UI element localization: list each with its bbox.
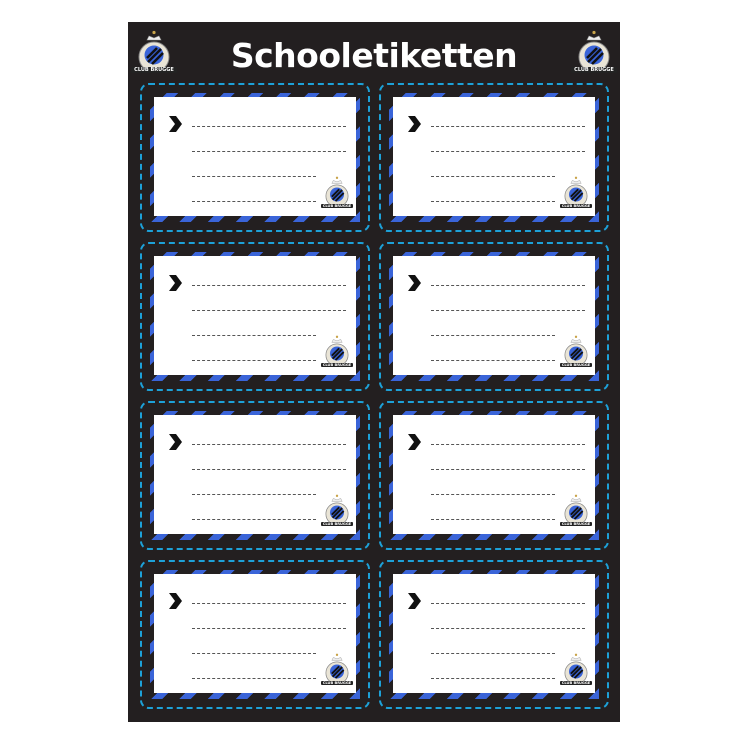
write-line <box>431 176 555 177</box>
write-line <box>431 678 555 679</box>
striped-frame: CLUB BRUGGE <box>150 93 360 222</box>
write-line <box>431 628 585 629</box>
crest-lettering: CLUB BRUGGE <box>131 67 177 73</box>
label-writing-area: CLUB BRUGGE <box>393 97 595 216</box>
chevron-right-icon <box>408 434 421 450</box>
write-line <box>431 201 555 202</box>
club-crest-icon: CLUB BRUGGE <box>560 176 592 210</box>
write-line <box>431 310 585 311</box>
write-line <box>192 494 316 495</box>
write-line <box>431 653 555 654</box>
chevron-right-icon <box>408 593 421 609</box>
label-writing-area: CLUB BRUGGE <box>154 415 356 534</box>
label-sheet: Schooletiketten CLUB BRUGGE CLUB BRUGGE … <box>128 22 620 722</box>
crest-lettering: CLUB BRUGGE <box>571 67 617 73</box>
striped-frame: CLUB BRUGGE <box>389 411 599 540</box>
club-crest-icon: CLUB BRUGGE <box>321 494 353 528</box>
write-line <box>431 335 555 336</box>
chevron-right-icon <box>169 275 182 291</box>
write-line <box>192 176 316 177</box>
label-writing-area: CLUB BRUGGE <box>393 415 595 534</box>
striped-frame: CLUB BRUGGE <box>150 570 360 699</box>
write-line <box>192 151 346 152</box>
striped-frame: CLUB BRUGGE <box>150 411 360 540</box>
label-writing-area: CLUB BRUGGE <box>154 256 356 375</box>
crest-lettering: CLUB BRUGGE <box>560 521 592 526</box>
school-label: CLUB BRUGGE <box>140 401 370 550</box>
club-crest-icon: CLUB BRUGGE <box>131 30 177 76</box>
write-line <box>431 603 585 604</box>
write-line <box>431 285 585 286</box>
striped-frame: CLUB BRUGGE <box>389 570 599 699</box>
label-writing-area: CLUB BRUGGE <box>393 256 595 375</box>
write-line <box>192 335 316 336</box>
write-line <box>192 126 346 127</box>
crest-lettering: CLUB BRUGGE <box>321 203 353 208</box>
crest-lettering: CLUB BRUGGE <box>321 680 353 685</box>
write-line <box>431 126 585 127</box>
chevron-right-icon <box>169 593 182 609</box>
write-line <box>192 603 346 604</box>
write-line <box>431 519 555 520</box>
chevron-right-icon <box>169 434 182 450</box>
page-title: Schooletiketten <box>230 36 518 75</box>
write-line <box>431 469 585 470</box>
school-label: CLUB BRUGGE <box>140 242 370 391</box>
write-line <box>192 519 316 520</box>
club-crest-icon: CLUB BRUGGE <box>321 176 353 210</box>
school-label: CLUB BRUGGE <box>140 560 370 709</box>
crest-lettering: CLUB BRUGGE <box>560 680 592 685</box>
school-label: CLUB BRUGGE <box>379 83 609 232</box>
crest-lettering: CLUB BRUGGE <box>321 521 353 526</box>
write-line <box>431 494 555 495</box>
label-writing-area: CLUB BRUGGE <box>154 97 356 216</box>
write-line <box>192 310 346 311</box>
chevron-right-icon <box>408 116 421 132</box>
write-line <box>192 360 316 361</box>
chevron-right-icon <box>169 116 182 132</box>
crest-lettering: CLUB BRUGGE <box>321 362 353 367</box>
write-line <box>192 653 316 654</box>
crest-lettering: CLUB BRUGGE <box>560 362 592 367</box>
write-line <box>192 678 316 679</box>
school-label: CLUB BRUGGE <box>379 401 609 550</box>
write-line <box>431 360 555 361</box>
label-writing-area: CLUB BRUGGE <box>154 574 356 693</box>
write-line <box>431 444 585 445</box>
crest-lettering: CLUB BRUGGE <box>560 203 592 208</box>
school-label: CLUB BRUGGE <box>140 83 370 232</box>
write-line <box>192 469 346 470</box>
school-label: CLUB BRUGGE <box>379 242 609 391</box>
write-line <box>192 628 346 629</box>
write-line <box>192 444 346 445</box>
write-line <box>431 151 585 152</box>
write-line <box>192 201 316 202</box>
write-line <box>192 285 346 286</box>
chevron-right-icon <box>408 275 421 291</box>
striped-frame: CLUB BRUGGE <box>150 252 360 381</box>
label-writing-area: CLUB BRUGGE <box>393 574 595 693</box>
club-crest-icon: CLUB BRUGGE <box>571 30 617 76</box>
club-crest-icon: CLUB BRUGGE <box>560 335 592 369</box>
striped-frame: CLUB BRUGGE <box>389 93 599 222</box>
club-crest-icon: CLUB BRUGGE <box>560 494 592 528</box>
club-crest-icon: CLUB BRUGGE <box>321 335 353 369</box>
striped-frame: CLUB BRUGGE <box>389 252 599 381</box>
club-crest-icon: CLUB BRUGGE <box>321 653 353 687</box>
club-crest-icon: CLUB BRUGGE <box>560 653 592 687</box>
school-label: CLUB BRUGGE <box>379 560 609 709</box>
